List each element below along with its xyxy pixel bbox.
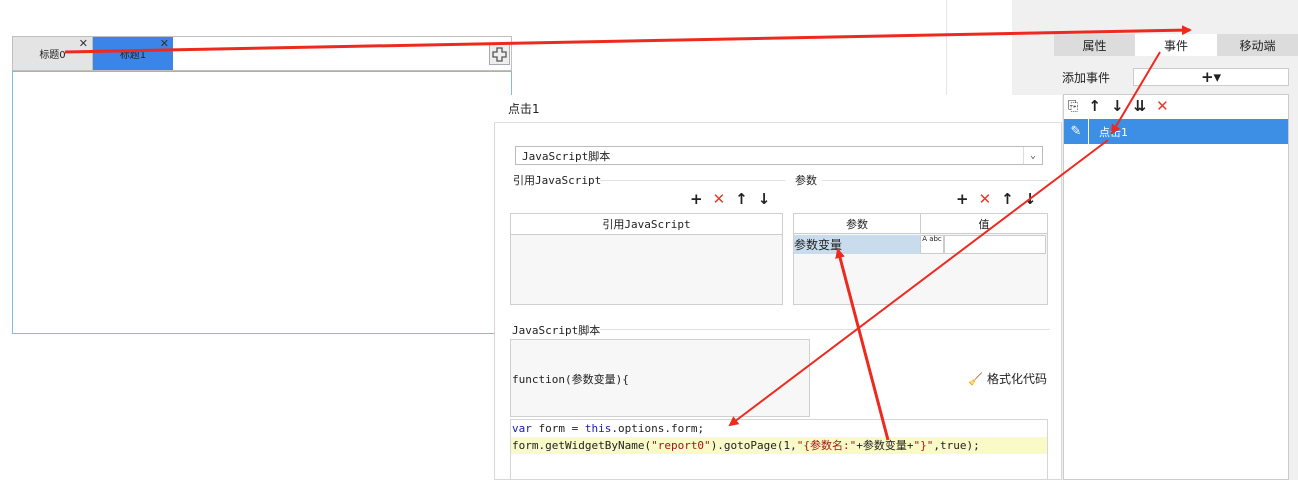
arrow-tab-to-events [64, 25, 1192, 54]
arrow-code-to-param [835, 248, 890, 441]
arrow-item-to-code [728, 139, 1109, 427]
arrow-events-to-item [1110, 51, 1161, 135]
annotation-arrows [64, 25, 1192, 441]
